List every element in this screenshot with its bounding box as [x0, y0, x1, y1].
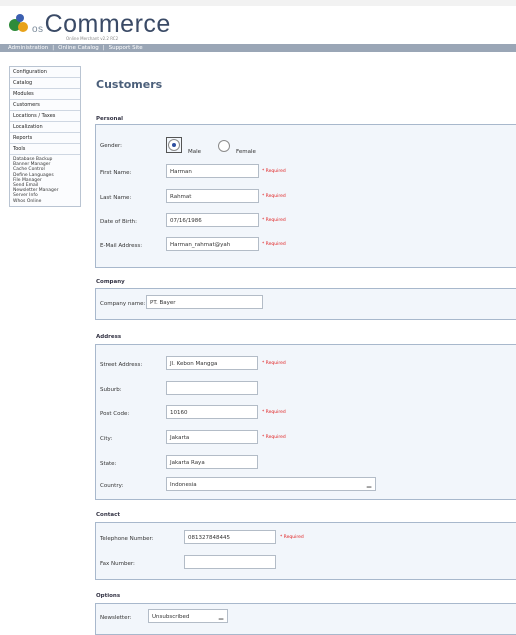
section-title-company: Company [96, 279, 125, 285]
sidebar-item-customers[interactable]: Customers [10, 100, 80, 111]
city-label: City: [100, 436, 113, 442]
section-title-personal: Personal [96, 116, 124, 122]
telephone-input[interactable]: 081327848445 [184, 530, 276, 544]
telephone-label: Telephone Number: [100, 536, 154, 542]
required-marker: * Required [262, 169, 286, 174]
gender-male-label: Male [188, 149, 202, 155]
newsletter-select[interactable]: Unsubscribed ▁ [148, 609, 228, 623]
fax-input[interactable] [184, 555, 276, 569]
newsletter-label: Newsletter: [100, 615, 132, 621]
required-marker: * Required [262, 218, 286, 223]
sidebar-item-modules[interactable]: Modules [10, 89, 80, 100]
address-panel: Street Address: Jl. Kebon Mangga * Requi… [95, 344, 516, 500]
nav-online-catalog[interactable]: Online Catalog [58, 44, 99, 52]
country-label: Country: [100, 483, 124, 489]
logo-text: Commerce [44, 10, 171, 38]
fax-label: Fax Number: [100, 561, 135, 567]
sidebar-item-catalog[interactable]: Catalog [10, 78, 80, 89]
nav-administration[interactable]: Administration [8, 44, 48, 52]
sidebar-item-locations-taxes[interactable]: Locations / Taxes [10, 111, 80, 122]
street-address-label: Street Address: [100, 362, 143, 368]
company-panel: Company name: PT. Bayer [95, 288, 516, 320]
gender-female-radio[interactable] [218, 140, 230, 152]
contact-panel: Telephone Number: 081327848445 * Require… [95, 522, 516, 580]
header: osCommerce Online Merchant v2.2 RC2 [0, 0, 516, 44]
logo-prefix: os [32, 24, 44, 35]
section-title-options: Options [96, 593, 121, 599]
street-address-input[interactable]: Jl. Kebon Mangga [166, 356, 258, 370]
sidebar-item-configuration[interactable]: Configuration [10, 67, 80, 78]
logo-subtitle: Online Merchant v2.2 RC2 [66, 36, 119, 41]
tools-submenu: Database Backup Banner Manager Cache Con… [10, 155, 80, 206]
first-name-label: First Name: [100, 170, 132, 176]
tools-item-whos-online[interactable]: Whos Online [13, 199, 77, 204]
sidebar-item-reports[interactable]: Reports [10, 133, 80, 144]
suburb-label: Suburb: [100, 387, 122, 393]
required-marker: * Required [262, 435, 286, 440]
email-label: E-Mail Address: [100, 243, 143, 249]
required-marker: * Required [262, 410, 286, 415]
state-input[interactable]: Jakarta Raya [166, 455, 258, 469]
section-title-address: Address [96, 334, 122, 340]
last-name-input[interactable]: Rahmat [166, 189, 259, 203]
company-name-label: Company name: [100, 301, 146, 307]
nav-separator: | [102, 45, 105, 51]
last-name-label: Last Name: [100, 195, 132, 201]
suburb-input[interactable] [166, 381, 258, 395]
newsletter-selected-value: Unsubscribed [152, 614, 190, 620]
oscommerce-logo-icon [8, 12, 30, 34]
city-input[interactable]: Jakarta [166, 430, 258, 444]
chevron-down-icon: ▁ [366, 481, 372, 488]
first-name-input[interactable]: Harman [166, 164, 259, 178]
section-title-contact: Contact [96, 512, 120, 518]
required-marker: * Required [262, 361, 286, 366]
required-marker: * Required [262, 194, 286, 199]
gender-female-label: Female [236, 149, 256, 155]
state-label: State: [100, 461, 117, 467]
sidebar: Configuration Catalog Modules Customers … [9, 66, 81, 207]
country-selected-value: Indonesia [170, 482, 197, 488]
company-name-input[interactable]: PT. Bayer [146, 295, 263, 309]
chevron-down-icon: ▁ [218, 613, 224, 620]
top-navigation: Administration | Online Catalog | Suppor… [0, 44, 516, 52]
personal-panel: Gender: Male Female First Name: Harman *… [95, 124, 516, 268]
nav-separator: | [52, 45, 55, 51]
post-code-input[interactable]: 10160 [166, 405, 258, 419]
sidebar-item-tools[interactable]: Tools [10, 144, 80, 155]
gender-male-radio[interactable] [168, 139, 180, 151]
nav-support-site[interactable]: Support Site [109, 44, 143, 52]
options-panel: Newsletter: Unsubscribed ▁ [95, 603, 516, 635]
required-marker: * Required [280, 535, 304, 540]
post-code-label: Post Code: [100, 411, 130, 417]
dob-input[interactable]: 07/16/1986 [166, 213, 259, 227]
sidebar-item-localization[interactable]: Localization [10, 122, 80, 133]
gender-label: Gender: [100, 143, 123, 149]
main-content: Customers [95, 70, 516, 91]
page-title: Customers [96, 78, 163, 91]
dob-label: Date of Birth: [100, 219, 138, 225]
email-input[interactable]: Harman_rahmat@yah [166, 237, 259, 251]
required-marker: * Required [262, 242, 286, 247]
country-select[interactable]: Indonesia ▁ [166, 477, 376, 491]
